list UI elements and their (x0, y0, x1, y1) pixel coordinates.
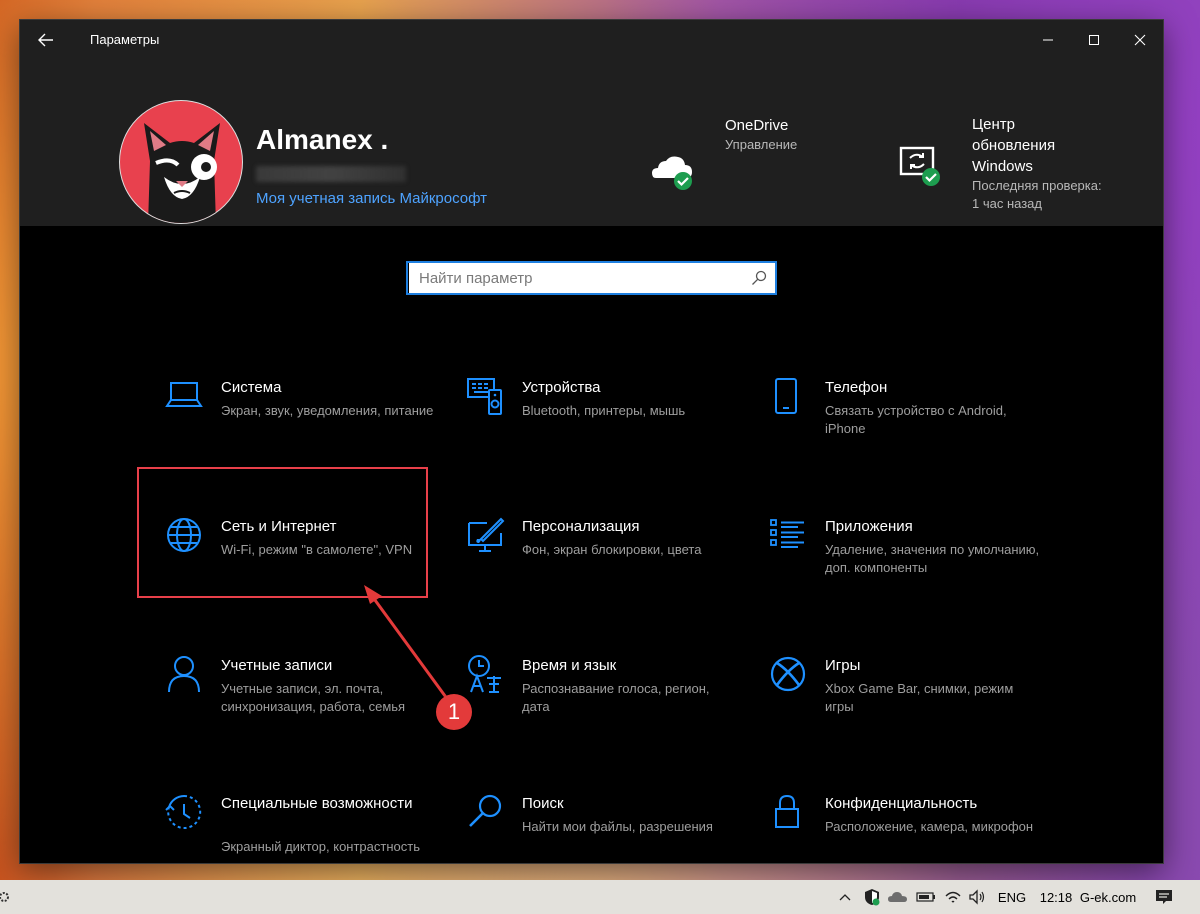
minimize-button[interactable] (1025, 20, 1071, 60)
tile-system-title: Система (221, 379, 282, 396)
maximize-button[interactable] (1071, 20, 1117, 60)
tile-personalization-title: Персонализация (522, 518, 640, 535)
title-bar: Параметры (20, 20, 1163, 60)
tile-search-title: Поиск (522, 795, 564, 812)
tile-accessibility-title: Специальные возможности (221, 795, 413, 812)
minimize-icon (1043, 39, 1053, 41)
tile-privacy-desc: Расположение, камера, микрофон (825, 819, 1034, 834)
wifi-icon[interactable] (942, 880, 964, 914)
close-button[interactable] (1117, 20, 1163, 60)
person-icon (168, 656, 200, 693)
user-name: Almanex . (256, 124, 389, 155)
tile-system-desc: Экран, звук, уведомления, питание (221, 403, 434, 418)
close-icon (1134, 34, 1146, 46)
chevron-up-icon[interactable] (834, 880, 856, 914)
tile-privacy[interactable]: Конфиденциальность Расположение, камера,… (768, 792, 1058, 863)
xbox-icon (770, 656, 806, 692)
tile-apps-desc: Удаление, значения по умолчанию, доп. ко… (825, 542, 1040, 575)
annotation-badge: 1 (436, 694, 472, 730)
tile-personalization[interactable]: Персонализация Фон, экран блокировки, цв… (465, 515, 755, 615)
blurred-email (256, 166, 406, 182)
apps-list-icon (770, 519, 804, 548)
tile-search[interactable]: Поиск Найти мои файлы, разрешения (465, 792, 755, 863)
tile-accounts[interactable]: Учетные записи Учетные записи, эл. почта… (164, 654, 454, 754)
search-input[interactable] (408, 263, 759, 293)
tile-search-desc: Найти мои файлы, разрешения (522, 819, 713, 834)
site-watermark: G-ek.com (1079, 889, 1137, 905)
accessibility-icon (165, 794, 202, 829)
lock-icon (775, 794, 799, 828)
language-indicator[interactable]: ENG (994, 880, 1030, 914)
gear-icon[interactable] (0, 880, 12, 914)
maximize-icon (1089, 35, 1099, 45)
laptop-icon (165, 382, 203, 407)
tile-phone[interactable]: Телефон Связать устройство с Android, iP… (768, 376, 1058, 476)
update-title-line-3: Windows (972, 158, 1033, 175)
update-sub-line-1: Последняя проверка: (972, 178, 1102, 193)
tile-apps-title: Приложения (825, 518, 913, 535)
cat-avatar-icon (144, 123, 220, 223)
tile-time-language-title: Время и язык (522, 657, 617, 674)
highlight-frame (137, 467, 428, 598)
window-title: Параметры (90, 32, 160, 47)
search-box[interactable] (406, 261, 777, 295)
onedrive-title: OneDrive (725, 117, 789, 134)
settings-window: Параметры Almanex . Моя учетная запись М… (20, 20, 1163, 863)
battery-icon[interactable] (914, 880, 938, 914)
search-icon[interactable] (751, 270, 767, 286)
tile-accounts-desc: Учетные записи, эл. почта, синхронизация… (221, 681, 406, 714)
tile-time-language-desc: Распознавание голоса, регион, дата (522, 681, 710, 714)
phone-icon (775, 378, 797, 414)
time-language-icon (468, 655, 501, 693)
tile-phone-desc: Связать устройство с Android, iPhone (825, 403, 1007, 436)
tile-devices-desc: Bluetooth, принтеры, мышь (522, 403, 686, 418)
action-center-icon[interactable] (1150, 880, 1178, 914)
defender-shield-icon[interactable] (860, 880, 884, 914)
tile-accessibility[interactable]: Специальные возможности Экранный диктор,… (164, 792, 454, 863)
tile-system[interactable]: Система Экран, звук, уведомления, питани… (164, 376, 454, 476)
back-arrow-icon (38, 33, 53, 47)
tile-apps[interactable]: Приложения Удаление, значения по умолчан… (768, 515, 1058, 615)
tile-devices-title: Устройства (522, 379, 601, 396)
personalization-icon (468, 517, 505, 552)
microsoft-account-link[interactable]: Моя учетная запись Майкрософт (256, 190, 487, 207)
tile-privacy-title: Конфиденциальность (825, 795, 978, 812)
tile-devices[interactable]: Устройства Bluetooth, принтеры, мышь (465, 376, 755, 476)
onedrive-status[interactable]: OneDrive Управление (725, 115, 797, 154)
taskbar: ENG 12:18 G-ek.com (0, 880, 1200, 914)
tile-personalization-desc: Фон, экран блокировки, цвета (522, 542, 702, 557)
tile-time-language[interactable]: Время и язык Распознавание голоса, регио… (465, 654, 755, 754)
update-sub-line-2: 1 час назад (972, 196, 1042, 211)
tile-accessibility-desc: Экранный диктор, контрастность (221, 839, 420, 854)
windows-update-icon[interactable] (896, 144, 946, 190)
onedrive-tray-icon[interactable] (886, 880, 910, 914)
account-header: Almanex . Моя учетная запись Майкрософт … (20, 60, 1163, 226)
clock-time[interactable]: 12:18 (1036, 880, 1076, 914)
tile-accounts-title: Учетные записи (221, 657, 333, 674)
search-magnifier-icon (469, 794, 502, 827)
avatar[interactable] (119, 100, 243, 224)
update-title-line-2: обновления (972, 137, 1056, 154)
windows-update-status[interactable]: Центр обновления Windows Последняя прове… (972, 114, 1152, 213)
volume-icon[interactable] (966, 880, 988, 914)
tile-gaming-desc: Xbox Game Bar, снимки, режим игры (825, 681, 1014, 714)
back-button[interactable] (32, 28, 60, 52)
update-title-line-1: Центр (972, 116, 1015, 133)
devices-icon (467, 378, 502, 415)
tile-phone-title: Телефон (825, 379, 888, 396)
onedrive-icon[interactable] (650, 148, 700, 190)
onedrive-subtitle: Управление (725, 137, 798, 152)
tile-gaming-title: Игры (825, 657, 861, 674)
tile-gaming[interactable]: Игры Xbox Game Bar, снимки, режим игры (768, 654, 1058, 754)
